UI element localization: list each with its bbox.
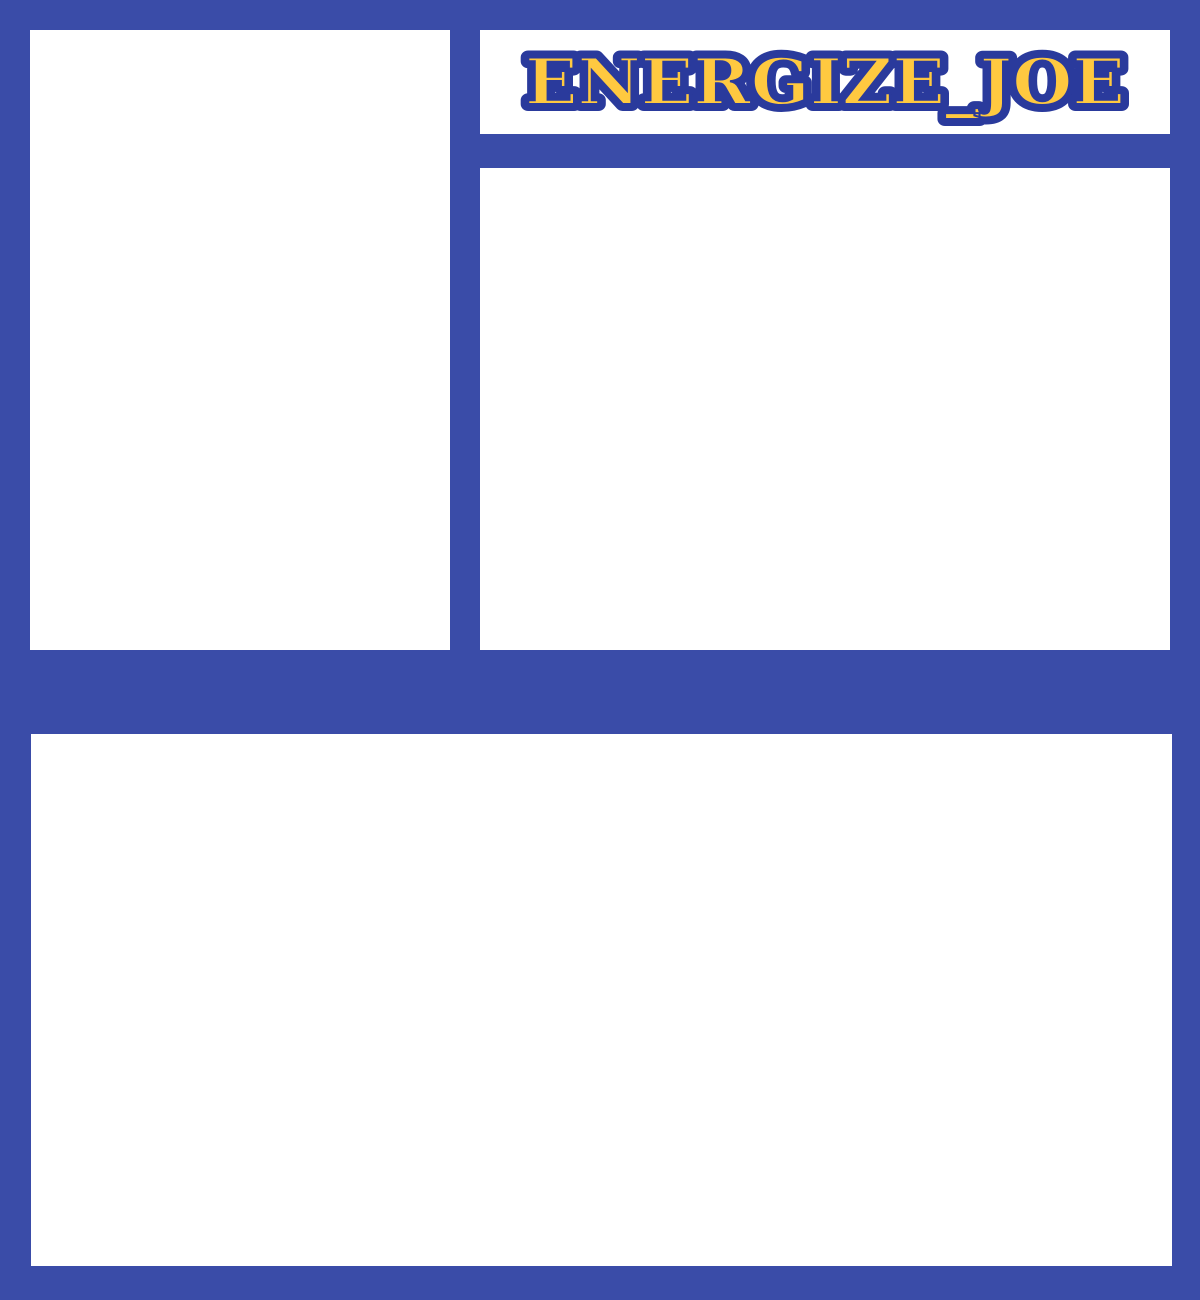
title-logo: ENERGIZE_JOE ENERGIZE_JOE xyxy=(518,38,1132,127)
title-text: ENERGIZE_JOE xyxy=(525,45,1125,120)
title-banner: ENERGIZE_JOE ENERGIZE_JOE xyxy=(480,30,1170,134)
comic-panel-right xyxy=(480,168,1170,650)
comic-panel-left xyxy=(30,30,450,650)
comic-panel-bottom xyxy=(31,734,1172,1266)
